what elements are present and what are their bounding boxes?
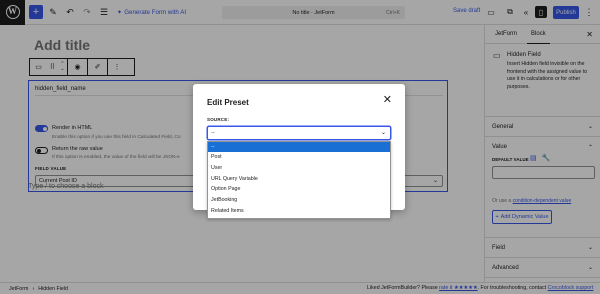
chevron-down-icon: ⌄ (380, 130, 386, 136)
dropdown-option[interactable]: URL Query Variable (208, 174, 390, 185)
dropdown-option[interactable]: Related Items (208, 206, 390, 217)
dropdown-option[interactable]: JetBooking (208, 195, 390, 206)
dropdown-option[interactable]: -- (208, 142, 390, 152)
close-icon[interactable]: ✕ (383, 95, 392, 106)
dropdown-option[interactable]: User (208, 163, 390, 174)
source-current-value: -- (211, 130, 215, 136)
dropdown-option[interactable]: Option Page (208, 184, 390, 195)
source-select[interactable]: -- ⌄ (207, 126, 391, 140)
source-label: SOURCE: (207, 117, 230, 122)
source-dropdown-list: -- Post User URL Query Variable Option Page J… (207, 141, 391, 219)
modal-title: Edit Preset (207, 98, 249, 107)
dropdown-option[interactable]: Post (208, 152, 390, 163)
